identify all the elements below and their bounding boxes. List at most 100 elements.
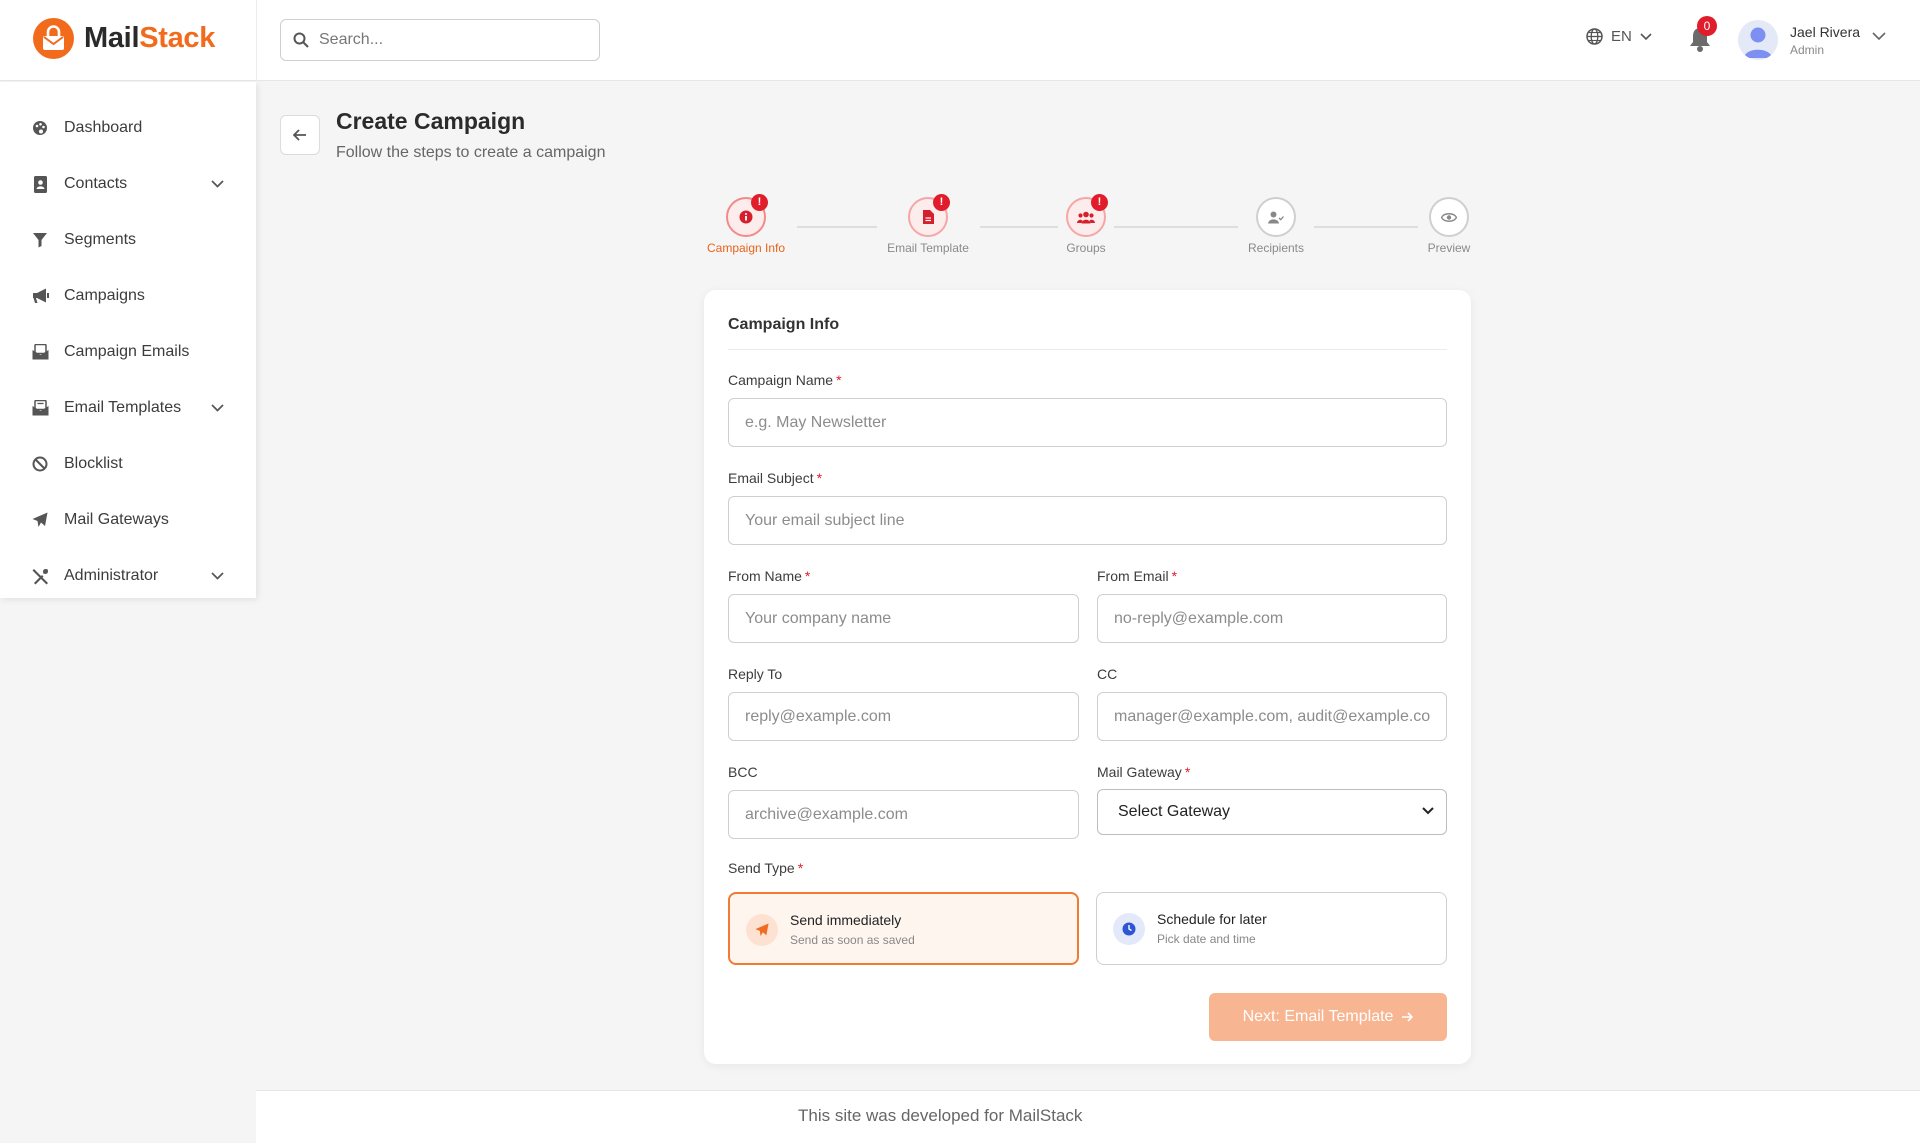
filter-icon	[30, 230, 50, 250]
clock-icon	[1113, 913, 1145, 945]
campaign-name-field[interactable]	[728, 398, 1447, 447]
send-type-label: Send Type *	[728, 860, 804, 876]
search-box[interactable]	[280, 19, 600, 61]
campaign-info-card: Campaign Info Campaign Name* Email Subje…	[704, 290, 1471, 1064]
user-role: Admin	[1790, 43, 1825, 57]
notification-badge: 0	[1697, 16, 1717, 36]
back-button[interactable]	[280, 115, 320, 155]
envelope-open-text-icon	[30, 398, 50, 418]
eye-icon	[1441, 212, 1457, 222]
brand-logo[interactable]: MailStack	[33, 18, 215, 59]
sidebar-item-contacts[interactable]: Contacts	[0, 156, 256, 212]
from-name-field[interactable]	[728, 594, 1079, 643]
page-title: Create Campaign	[336, 108, 526, 134]
brand-name: MailStack	[84, 22, 216, 54]
step-connector	[980, 226, 1058, 228]
user-name[interactable]: Jael Rivera	[1790, 24, 1860, 40]
next-email-template-button[interactable]: Next: Email Template	[1209, 993, 1447, 1041]
from-email-label: From Email *	[1097, 568, 1178, 584]
from-name-label: From Name *	[728, 568, 811, 584]
cc-field[interactable]	[1097, 692, 1447, 741]
sidebar-item-label: Campaign Emails	[64, 343, 190, 360]
sidebar-item-label: Segments	[64, 231, 137, 248]
sidebar-item-email-templates[interactable]: Email Templates	[0, 380, 256, 436]
step-label: Recipients	[1247, 241, 1305, 255]
mail-gateway-label: Mail Gateway *	[1097, 764, 1191, 780]
sidebar-item-label: Mail Gateways	[64, 511, 169, 528]
step-alert-badge: !	[751, 194, 768, 211]
mail-gateway-value: Select Gateway	[1118, 803, 1231, 820]
arrow-left-icon	[293, 129, 306, 141]
language-label: EN	[1611, 28, 1632, 45]
tools-icon	[30, 566, 50, 586]
sidebar-item-label: Email Templates	[64, 399, 182, 416]
sidebar-item-label: Blocklist	[64, 455, 123, 472]
send-option-title: Send immediately	[790, 912, 902, 928]
footer: This site was developed for MailStack	[256, 1090, 1920, 1143]
step-label: Preview	[1427, 241, 1471, 255]
sidebar-item-blocklist[interactable]: Blocklist	[0, 436, 256, 492]
step-connector	[1114, 226, 1238, 228]
step-alert-badge: !	[1091, 194, 1108, 211]
sidebar-item-label: Campaigns	[64, 287, 145, 304]
send-option-description: Pick date and time	[1157, 932, 1256, 946]
sidebar-item-segments[interactable]: Segments	[0, 212, 256, 268]
search-icon	[293, 32, 309, 48]
step-preview[interactable]	[1429, 197, 1469, 237]
reply-to-field[interactable]	[728, 692, 1079, 741]
arrow-right-icon	[1402, 1012, 1414, 1022]
language-selector[interactable]: EN	[1586, 28, 1652, 45]
chevron-down-icon	[1422, 807, 1434, 815]
search-input[interactable]	[319, 31, 579, 49]
send-option-title: Schedule for later	[1157, 911, 1267, 927]
schedule-later-option[interactable]: Schedule for later Pick date and time	[1096, 892, 1447, 965]
envelope-open-icon	[30, 342, 50, 362]
step-connector	[797, 226, 877, 228]
ban-icon	[30, 454, 50, 474]
mail-lock-icon	[33, 18, 74, 59]
info-icon	[739, 210, 753, 224]
header-divider	[256, 0, 257, 81]
from-email-field[interactable]	[1097, 594, 1447, 643]
send-immediately-option[interactable]: Send immediately Send as soon as saved	[728, 892, 1079, 965]
email-subject-field[interactable]	[728, 496, 1447, 545]
chevron-down-icon[interactable]	[1872, 32, 1886, 41]
palette-icon	[30, 118, 50, 138]
chevron-down-icon	[211, 404, 224, 412]
sidebar-item-administrator[interactable]: Administrator	[0, 548, 256, 604]
sidebar-item-dashboard[interactable]: Dashboard	[0, 100, 256, 156]
step-recipients[interactable]	[1256, 197, 1296, 237]
users-icon	[1077, 211, 1095, 223]
sidebar-item-label: Contacts	[64, 175, 128, 192]
avatar[interactable]	[1738, 20, 1778, 60]
mail-gateway-select[interactable]: Select Gateway	[1097, 789, 1447, 835]
step-alert-badge: !	[933, 194, 950, 211]
address-book-icon	[30, 174, 50, 194]
chevron-down-icon	[211, 180, 224, 188]
globe-icon	[1586, 28, 1603, 45]
send-option-description: Send as soon as saved	[790, 933, 915, 947]
page-subtitle: Follow the steps to create a campaign	[336, 144, 606, 161]
section-title: Campaign Info	[728, 316, 840, 333]
section-divider	[728, 349, 1447, 350]
sidebar-item-mail-gateways[interactable]: Mail Gateways	[0, 492, 256, 548]
bcc-field[interactable]	[728, 790, 1079, 839]
sidebar-item-campaign-emails[interactable]: Campaign Emails	[0, 324, 256, 380]
file-icon	[923, 210, 934, 224]
step-label: Email Template	[887, 241, 969, 255]
cc-label: CC	[1097, 666, 1118, 682]
user-check-icon	[1268, 211, 1284, 223]
megaphone-icon	[30, 286, 50, 306]
sidebar: Dashboard Contacts Segments Campaigns Ca…	[0, 82, 256, 598]
bcc-label: BCC	[728, 764, 758, 780]
next-button-label: Next: Email Template	[1242, 1008, 1394, 1025]
chevron-down-icon	[1640, 32, 1652, 40]
campaign-name-label: Campaign Name *	[728, 372, 842, 388]
sidebar-item-campaigns[interactable]: Campaigns	[0, 268, 256, 324]
sidebar-item-label: Administrator	[64, 567, 159, 584]
reply-to-label: Reply To	[728, 666, 783, 682]
footer-text: This site was developed for MailStack	[798, 1106, 1083, 1125]
step-label: Groups	[1066, 241, 1106, 255]
sidebar-item-label: Dashboard	[64, 119, 143, 136]
chevron-down-icon	[211, 572, 224, 580]
